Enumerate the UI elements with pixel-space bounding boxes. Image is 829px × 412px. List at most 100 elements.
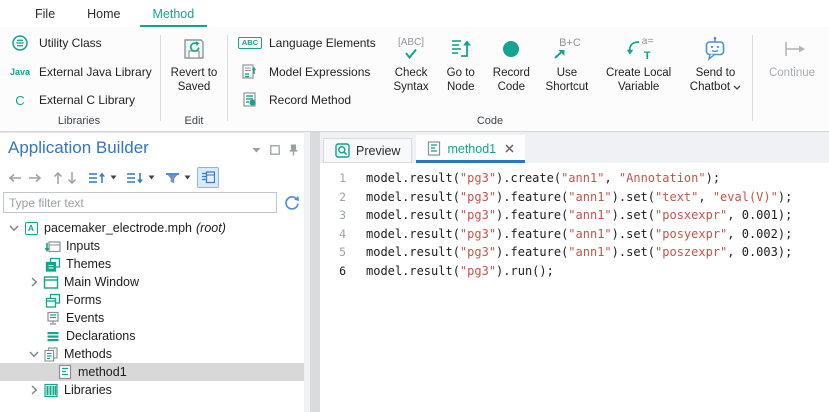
tree-item-events[interactable]: Events (0, 309, 304, 327)
continue-icon (777, 31, 807, 67)
send-to-chatbot-button[interactable]: Send to Chatbot (681, 27, 750, 114)
ribbon-tab-method[interactable]: Method (140, 3, 208, 27)
editor-tab-bar: Preview method1 (320, 132, 829, 163)
tree-item-label: Methods (64, 347, 112, 361)
language-elements-button[interactable]: ABC Language Elements (238, 33, 376, 53)
create-local-variable-icon: a= T (624, 31, 654, 67)
tree-item-label: Forms (66, 293, 101, 307)
tree-item-suffix: (root) (196, 221, 226, 235)
events-icon (44, 311, 62, 326)
tree-item-methods[interactable]: Methods (0, 345, 304, 363)
language-elements-icon: ABC (238, 37, 262, 50)
application-builder-toolbar (0, 165, 304, 190)
sort-ascending-dropdown-icon[interactable] (108, 168, 119, 188)
check-syntax-icon: [ABC] (398, 31, 424, 67)
model-expressions-icon (238, 63, 262, 81)
go-to-node-label: Go to Node (441, 67, 480, 94)
chevron-right-icon[interactable] (26, 385, 42, 395)
line-number: 5 (320, 243, 352, 262)
ribbon-tab-home[interactable]: Home (74, 3, 133, 27)
external-java-library-label: External Java Library (39, 65, 152, 79)
utility-class-icon (8, 34, 32, 52)
tree-item-libraries[interactable]: Libraries (0, 381, 304, 399)
tree-item-root[interactable]: A pacemaker_electrode.mph (root) (0, 219, 304, 237)
check-syntax-button[interactable]: [ABC] Check Syntax (386, 27, 437, 114)
chevron-down-icon[interactable] (26, 350, 42, 358)
record-method-icon (238, 91, 262, 109)
move-down-arrow-icon[interactable] (65, 168, 79, 188)
use-shortcut-button[interactable]: B+C Use Shortcut (537, 27, 596, 114)
tree-item-inputs[interactable]: Inputs (0, 237, 304, 255)
external-c-library-label: External C Library (39, 93, 135, 107)
code-line: 5 model.result("pg3").feature("ann1").se… (320, 243, 829, 262)
create-local-variable-button[interactable]: a= T Create Local Variable (596, 27, 680, 114)
go-to-node-button[interactable]: Go to Node (436, 27, 485, 114)
panel-splitter[interactable] (304, 132, 320, 412)
ribbon-separator (227, 35, 228, 121)
tree-item-label: method1 (78, 365, 127, 379)
ribbon-tab-file[interactable]: File (22, 3, 68, 27)
record-code-button[interactable]: Record Code (485, 27, 537, 114)
utility-class-label: Utility Class (39, 36, 102, 50)
tree-item-method1[interactable]: method1 (0, 363, 304, 381)
send-to-chatbot-label: Send to Chatbot (686, 67, 745, 94)
ribbon-group-libraries: Utility Class Java External Java Library… (0, 27, 158, 131)
tree-item-label: Events (66, 311, 104, 325)
sort-ascending-icon[interactable] (86, 168, 108, 188)
ribbon-group-code: ABC Language Elements Model Expressions (230, 27, 750, 131)
ribbon-separator (752, 35, 753, 121)
refresh-icon[interactable] (284, 195, 300, 211)
show-in-editor-toggle-button[interactable] (197, 167, 219, 188)
utility-class-button[interactable]: Utility Class (8, 33, 152, 53)
external-java-library-button[interactable]: Java External Java Library (8, 62, 152, 82)
sort-descending-icon[interactable] (124, 168, 146, 188)
code-line: 4 model.result("pg3").feature("ann1").se… (320, 225, 829, 244)
revert-to-saved-label: Revert to Saved (168, 67, 220, 94)
tree-item-themes[interactable]: Themes (0, 255, 304, 273)
line-number: 6 (320, 262, 352, 281)
ribbon-tab-row: File Home Method (0, 0, 829, 27)
filter-icon[interactable] (163, 168, 182, 188)
code-line: 2 model.result("pg3").feature("ann1").se… (320, 188, 829, 207)
back-arrow-icon[interactable] (5, 168, 25, 188)
forward-arrow-icon[interactable] (25, 168, 45, 188)
record-method-label: Record Method (269, 93, 351, 107)
method-editor: Preview method1 1 model.result("pg3").cr… (320, 132, 829, 412)
chevron-right-icon[interactable] (26, 277, 42, 287)
panel-float-icon[interactable] (270, 145, 280, 155)
inputs-icon (44, 239, 62, 254)
code-line: 1 model.result("pg3").create("ann1", "An… (320, 169, 829, 188)
tree-item-label: pacemaker_electrode.mph (44, 221, 192, 235)
filter-dropdown-icon[interactable] (182, 168, 193, 188)
tree-item-label: Inputs (66, 239, 100, 253)
panel-title: Application Builder (8, 138, 149, 157)
model-expressions-label: Model Expressions (269, 65, 370, 79)
code-editor-area[interactable]: 1 model.result("pg3").create("ann1", "An… (320, 163, 829, 412)
record-code-label: Record Code (490, 67, 532, 94)
tab-method1[interactable]: method1 (416, 135, 525, 163)
external-c-library-button[interactable]: C External C Library (8, 90, 152, 110)
tree-item-declarations[interactable]: Declarations (0, 327, 304, 345)
chatbot-icon (702, 31, 728, 67)
sort-descending-dropdown-icon[interactable] (146, 168, 157, 188)
chevron-down-icon[interactable] (6, 224, 22, 232)
close-icon[interactable] (505, 144, 514, 153)
tree-item-main-window[interactable]: Main Window (0, 273, 304, 291)
use-shortcut-icon: B+C (553, 31, 581, 67)
panel-pin-icon[interactable] (289, 144, 298, 156)
panel-menu-chevron-icon[interactable] (252, 147, 261, 153)
revert-to-saved-button[interactable]: Revert to Saved (163, 27, 225, 114)
application-builder-panel: Application Builder A pacemaker_electrod… (0, 132, 304, 412)
tab-preview[interactable]: Preview (323, 138, 412, 163)
method-document-icon (427, 141, 441, 156)
record-method-button[interactable]: Record Method (238, 90, 376, 110)
move-up-arrow-icon[interactable] (51, 168, 65, 188)
filter-text-input[interactable] (3, 192, 277, 213)
continue-button[interactable]: Continue (755, 27, 829, 114)
code-line: 3 model.result("pg3").feature("ann1").se… (320, 206, 829, 225)
tree-item-forms[interactable]: Forms (0, 291, 304, 309)
model-expressions-button[interactable]: Model Expressions (238, 62, 376, 82)
ribbon: File Home Method Utility Class Java Exte… (0, 0, 829, 132)
edit-group-label: Edit (163, 114, 225, 131)
methods-icon (42, 347, 60, 362)
